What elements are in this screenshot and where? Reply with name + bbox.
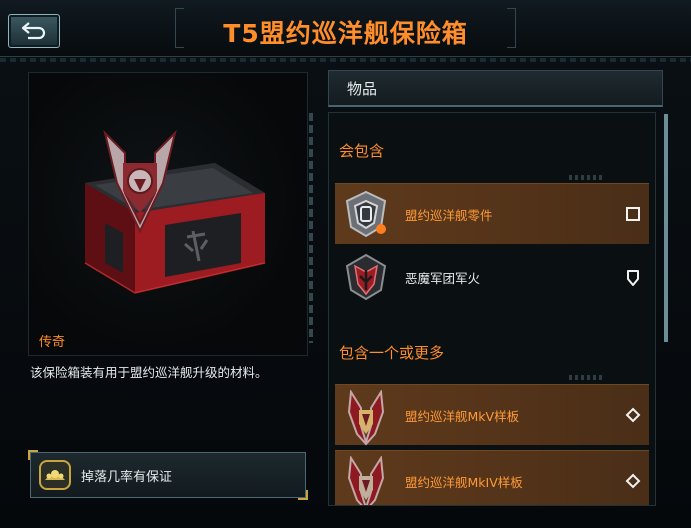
back-button[interactable] xyxy=(8,14,60,48)
contents-list[interactable]: 会包含 盟约巡洋舰零件 恶魔军团军火 包含一个或更多 盟约巡洋舰MkV样板 盟约… xyxy=(328,112,656,506)
red-crate-icon xyxy=(84,129,266,294)
drop-guarantee-bar[interactable]: 掉落几率有保证 xyxy=(28,450,308,500)
guarantee-badge-icon xyxy=(39,460,71,490)
list-item[interactable]: 盟约巡洋舰零件 xyxy=(335,183,649,244)
shield-marker-icon xyxy=(627,270,639,286)
list-item-label: 盟约巡洋舰零件 xyxy=(405,208,493,223)
tab-items[interactable]: 物品 xyxy=(328,70,663,107)
list-item[interactable]: 盟约巡洋舰MkV样板 xyxy=(335,384,649,446)
list-item[interactable]: 盟约巡洋舰MkIV样板 xyxy=(335,450,649,505)
item-detail-panel: 传奇 该保险箱装有用于盟约巡洋舰升级的材料。 掉落几率有保证 xyxy=(6,66,316,506)
list-item[interactable]: 恶魔军团军火 xyxy=(335,247,649,307)
page-title: T5盟约巡洋舰保险箱 xyxy=(223,19,468,48)
back-arrow-icon xyxy=(21,22,46,40)
diamond-marker-icon xyxy=(625,407,641,423)
rarity-label: 传奇 xyxy=(39,335,66,350)
cruiser-template-icon xyxy=(347,456,385,505)
diamond-marker-icon xyxy=(625,473,641,489)
cruiser-part-icon xyxy=(345,190,387,238)
section-title-guaranteed: 会包含 xyxy=(339,142,385,160)
tab-items-label: 物品 xyxy=(347,80,378,98)
square-marker-icon xyxy=(626,207,640,221)
section-title-one-or-more: 包含一个或更多 xyxy=(339,344,445,362)
contents-panel: 物品 会包含 盟约巡洋舰零件 恶魔军团军火 包含一个或更多 盟约巡洋舰MkV样板… xyxy=(328,70,668,506)
list-item-label: 盟约巡洋舰MkIV样板 xyxy=(405,475,523,490)
section-divider xyxy=(569,175,603,180)
drop-guarantee-label: 掉落几率有保证 xyxy=(81,470,173,485)
item-description: 该保险箱装有用于盟约巡洋舰升级的材料。 xyxy=(30,365,268,380)
section-divider xyxy=(569,375,603,380)
demon-legion-icon xyxy=(345,253,387,301)
cruiser-template-icon xyxy=(347,390,385,446)
list-item-label: 恶魔军团军火 xyxy=(405,271,481,286)
header-divider xyxy=(0,58,691,62)
item-preview: 传奇 xyxy=(28,72,313,356)
scrollbar[interactable] xyxy=(664,114,668,342)
header-bar: T5盟约巡洋舰保险箱 xyxy=(0,0,691,57)
list-item-label: 盟约巡洋舰MkV样板 xyxy=(405,409,520,424)
